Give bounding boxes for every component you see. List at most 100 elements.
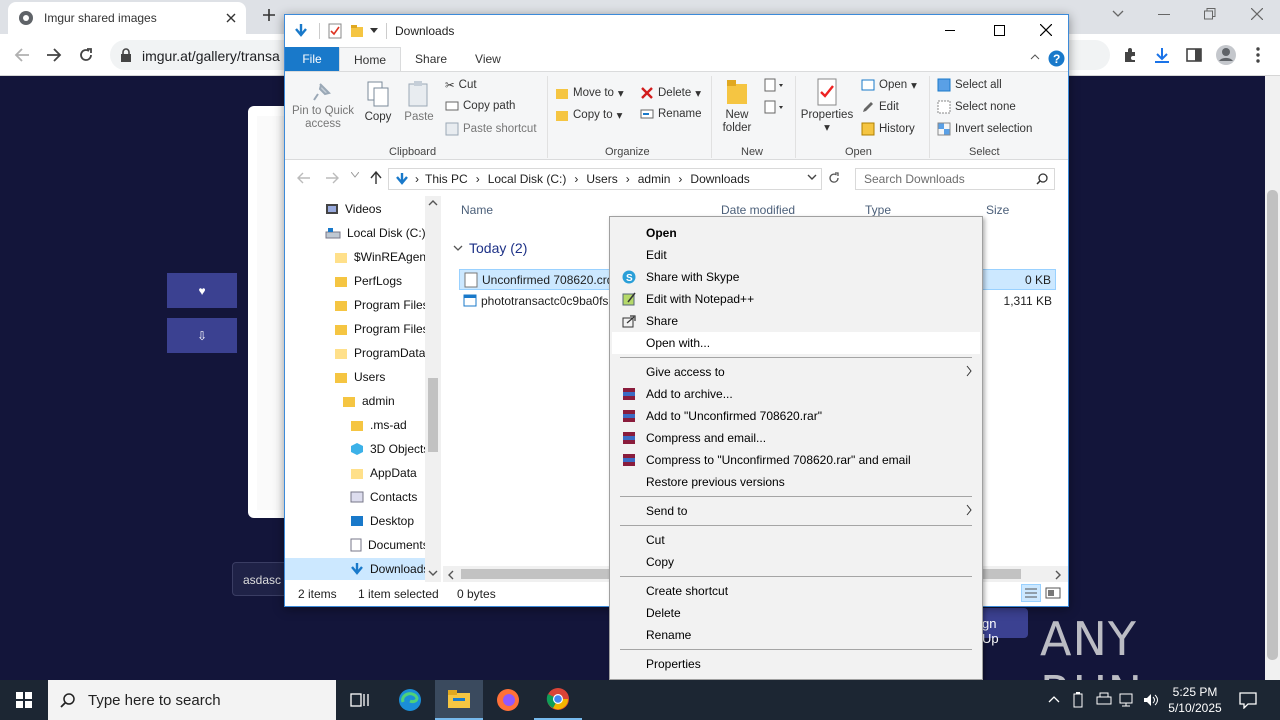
rename-button[interactable]: Rename [640,108,701,120]
favorite-button[interactable]: ♥ [167,273,237,308]
firefox-button[interactable] [484,680,532,720]
explorer-minimize-icon[interactable] [945,25,955,35]
nav-scrollbar[interactable] [425,196,441,582]
explorer-close-icon[interactable] [1040,24,1052,36]
new-folder-button[interactable]: New folder [715,78,759,135]
nav-item-appdata[interactable]: AppData [350,462,417,484]
details-view-icon[interactable] [1021,584,1041,602]
crumb-admin[interactable]: admin [638,172,671,186]
nav-item-ms-ad[interactable]: .ms-ad [350,414,407,436]
explorer-maximize-icon[interactable] [994,25,1005,36]
menu-kebab-icon[interactable] [1244,41,1272,69]
extensions-icon[interactable] [1116,41,1144,69]
menu-item-notepadpp[interactable]: Edit with Notepad++ [612,288,980,310]
menu-item-add-to-rar[interactable]: Add to "Unconfirmed 708620.rar" [612,405,980,427]
ribbon-collapse-icon[interactable] [1030,54,1040,60]
group-header-today[interactable]: Today (2) [453,240,527,256]
explorer-taskbar-button[interactable] [435,680,483,720]
restore-icon[interactable] [1204,8,1216,20]
nav-item-3d-objects[interactable]: 3D Objects [350,438,429,460]
copy-button[interactable]: Copy [361,80,395,124]
properties-button[interactable]: Properties ▾ [799,78,855,135]
task-view-button[interactable] [336,680,384,720]
edit-button[interactable]: Edit [861,100,899,114]
crumb-local-disk[interactable]: Local Disk (C:) [488,172,567,186]
qat-dropdown-icon[interactable] [370,28,378,34]
menu-item-share-skype[interactable]: S Share with Skype [612,266,980,288]
page-scroll-thumb[interactable] [1267,190,1278,660]
column-size[interactable]: Size [986,203,1009,217]
nav-item-videos[interactable]: Videos [325,198,381,220]
menu-item-delete[interactable]: Delete [612,602,980,624]
taskbar-search[interactable]: Type here to search [48,680,336,720]
select-none-button[interactable]: Select none [937,100,1016,114]
menu-item-restore-versions[interactable]: Restore previous versions [612,471,980,493]
tab-home[interactable]: Home [339,47,402,71]
menu-item-compress-rar-email[interactable]: Compress to "Unconfirmed 708620.rar" and… [612,449,980,471]
menu-item-rename[interactable]: Rename [612,624,980,646]
scroll-down-icon[interactable] [428,570,438,576]
address-dropdown-icon[interactable] [807,172,817,182]
nav-item-local-disk[interactable]: Local Disk (C:) [325,222,426,244]
menu-item-edit[interactable]: Edit [612,244,980,266]
refresh-icon[interactable] [828,172,840,184]
history-button[interactable]: History [861,122,915,136]
column-type[interactable]: Type [865,203,891,217]
nav-item-programdata[interactable]: ProgramData [334,342,425,364]
crumb-this-pc[interactable]: This PC [425,172,468,186]
menu-item-give-access[interactable]: Give access to [612,361,980,383]
copy-to-button[interactable]: Copy to ▾ [555,108,622,122]
download-button[interactable]: ⇩ [167,318,237,353]
invert-selection-button[interactable]: Invert selection [937,122,1032,136]
paste-button[interactable]: Paste [401,80,437,124]
help-icon[interactable]: ? [1048,50,1065,67]
menu-item-open-with[interactable]: Open with... [612,332,980,354]
chrome-taskbar-button[interactable] [534,680,582,720]
menu-item-create-shortcut[interactable]: Create shortcut [612,580,980,602]
column-date-modified[interactable]: Date modified [721,203,795,217]
comment-input[interactable]: asdasc [232,562,288,596]
pin-quick-access-button[interactable]: Pin to Quick access [291,80,355,131]
address-breadcrumb[interactable]: › This PC › Local Disk (C:) › Users › ad… [388,168,822,190]
nav-scroll-thumb[interactable] [428,378,438,452]
nav-item-users[interactable]: Users [334,366,385,388]
downloads-icon[interactable] [1148,41,1176,69]
network-icon[interactable] [1118,692,1134,708]
search-downloads-input[interactable]: Search Downloads [855,168,1055,190]
side-panel-icon[interactable] [1180,41,1208,69]
tab-search-icon[interactable] [1112,10,1124,18]
back-icon[interactable] [8,41,36,69]
edge-button[interactable] [386,680,434,720]
nav-item-perflogs[interactable]: PerfLogs [334,270,402,292]
nav-item-contacts[interactable]: Contacts [350,486,417,508]
select-all-button[interactable]: Select all [937,78,1002,92]
nav-item-downloads[interactable]: Downloads [285,558,429,580]
properties-qat-icon[interactable] [328,23,342,39]
site-info-icon[interactable] [120,48,132,62]
nav-item-admin[interactable]: admin [342,390,395,412]
menu-item-share[interactable]: Share [612,310,980,332]
new-folder-qat-icon[interactable] [350,24,364,38]
notification-icon[interactable] [1239,691,1257,709]
battery-icon[interactable] [1073,692,1083,708]
scroll-left-icon[interactable] [448,570,454,580]
menu-item-compress-email[interactable]: Compress and email... [612,427,980,449]
move-to-button[interactable]: Move to ▾ [555,86,624,100]
tab-file[interactable]: File [285,47,339,71]
forward-icon[interactable] [40,41,68,69]
scroll-up-icon[interactable] [428,200,438,206]
large-icons-view-icon[interactable] [1045,586,1061,600]
menu-item-properties[interactable]: Properties [612,653,980,675]
volume-icon[interactable] [1142,692,1160,708]
nav-back-icon[interactable] [297,172,311,184]
open-button[interactable]: Open ▾ [861,78,917,92]
tab-close-icon[interactable] [226,13,236,23]
nav-item-desktop[interactable]: Desktop [350,510,414,532]
cut-button[interactable]: ✂ Cut [445,78,477,92]
recent-dropdown-icon[interactable] [351,172,359,178]
tab-view[interactable]: View [461,47,515,71]
scroll-right-icon[interactable] [1055,570,1061,580]
menu-item-open[interactable]: Open [612,222,980,244]
profile-avatar-icon[interactable] [1212,41,1240,69]
paste-shortcut-button[interactable]: Paste shortcut [445,122,537,136]
